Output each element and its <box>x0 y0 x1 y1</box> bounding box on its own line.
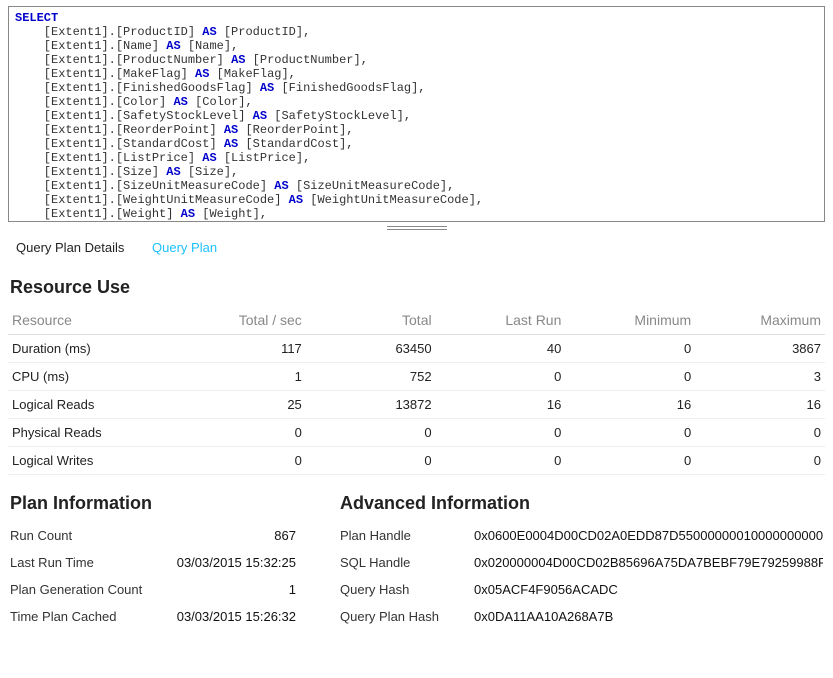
cell-label: Duration (ms) <box>8 335 176 363</box>
cell-value: 0 <box>306 419 436 447</box>
sql-line: [Extent1].[Size] AS [Size], <box>15 165 818 179</box>
sql-text-pane[interactable]: SELECT [Extent1].[ProductID] AS [Product… <box>8 6 825 222</box>
splitter-handle[interactable] <box>8 222 825 234</box>
sql-line: [Extent1].[Name] AS [Name], <box>15 39 818 53</box>
cell-value: 0 <box>306 447 436 475</box>
info-row: Time Plan Cached 03/03/2015 15:26:32 <box>8 603 298 630</box>
table-row: Logical Reads2513872161616 <box>8 391 825 419</box>
cell-value: 0 <box>436 419 566 447</box>
info-label: Plan Handle <box>340 528 460 543</box>
tab-query-plan[interactable]: Query Plan <box>152 240 217 255</box>
info-label: Run Count <box>10 528 72 543</box>
cell-label: Logical Reads <box>8 391 176 419</box>
cell-value: 0 <box>565 419 695 447</box>
info-label: SQL Handle <box>340 555 460 570</box>
cell-value: 0 <box>695 447 825 475</box>
col-maximum: Maximum <box>695 306 825 335</box>
info-row: Plan Handle 0x0600E0004D00CD02A0EDD87D550… <box>338 522 825 549</box>
sql-line: [Extent1].[Color] AS [Color], <box>15 95 818 109</box>
table-row: Logical Writes00000 <box>8 447 825 475</box>
info-value: 867 <box>274 528 296 543</box>
cell-value: 752 <box>306 363 436 391</box>
info-value: 1 <box>289 582 296 597</box>
sql-line: [Extent1].[ReorderPoint] AS [ReorderPoin… <box>15 123 818 137</box>
info-value: 0x0DA11AA10A268A7B <box>474 609 823 624</box>
sql-line: [Extent1].[WeightUnitMeasureCode] AS [We… <box>15 193 818 207</box>
cell-value: 16 <box>695 391 825 419</box>
info-value: 0x020000004D00CD02B85696A75DA7BEBF79E792… <box>474 555 823 570</box>
info-label: Last Run Time <box>10 555 94 570</box>
cell-value: 13872 <box>306 391 436 419</box>
info-value: 0x05ACF4F9056ACADC <box>474 582 823 597</box>
info-row: Run Count 867 <box>8 522 298 549</box>
cell-value: 0 <box>695 419 825 447</box>
col-total: Total <box>306 306 436 335</box>
sql-line: [Extent1].[FinishedGoodsFlag] AS [Finish… <box>15 81 818 95</box>
resource-table-header: Resource Total / sec Total Last Run Mini… <box>8 306 825 335</box>
cell-value: 16 <box>436 391 566 419</box>
heading-resource-use: Resource Use <box>10 277 823 298</box>
cell-value: 0 <box>436 363 566 391</box>
cell-value: 40 <box>436 335 566 363</box>
sql-line: [Extent1].[SafetyStockLevel] AS [SafetyS… <box>15 109 818 123</box>
cell-value: 0 <box>436 447 566 475</box>
cell-value: 117 <box>176 335 306 363</box>
col-total-sec: Total / sec <box>176 306 306 335</box>
tab-strip: Query Plan Details Query Plan <box>8 234 825 259</box>
info-value: 03/03/2015 15:32:25 <box>177 555 296 570</box>
heading-advanced-information: Advanced Information <box>340 493 823 514</box>
table-row: Duration (ms)117634504003867 <box>8 335 825 363</box>
info-columns: Plan Information Run Count 867 Last Run Ti… <box>8 481 825 630</box>
info-label: Plan Generation Count <box>10 582 142 597</box>
heading-plan-information: Plan Information <box>10 493 296 514</box>
resource-use-table: Resource Total / sec Total Last Run Mini… <box>8 306 825 475</box>
info-value: 03/03/2015 15:26:32 <box>177 609 296 624</box>
sql-line: [Extent1].[SizeUnitMeasureCode] AS [Size… <box>15 179 818 193</box>
cell-value: 0 <box>176 447 306 475</box>
info-label: Time Plan Cached <box>10 609 116 624</box>
info-row: SQL Handle 0x020000004D00CD02B85696A75DA7… <box>338 549 825 576</box>
table-row: Physical Reads00000 <box>8 419 825 447</box>
advanced-information: Advanced Information Plan Handle 0x0600E0… <box>338 481 825 630</box>
cell-value: 0 <box>176 419 306 447</box>
cell-value: 0 <box>565 447 695 475</box>
info-row: Last Run Time 03/03/2015 15:32:25 <box>8 549 298 576</box>
sql-line: [Extent1].[StandardCost] AS [StandardCos… <box>15 137 818 151</box>
cell-label: Physical Reads <box>8 419 176 447</box>
cell-value: 3867 <box>695 335 825 363</box>
cell-value: 1 <box>176 363 306 391</box>
sql-line: [Extent1].[Weight] AS [Weight], <box>15 207 818 221</box>
info-row: Query Hash 0x05ACF4F9056ACADC <box>338 576 825 603</box>
cell-value: 0 <box>565 363 695 391</box>
sql-line: [Extent1].[ProductNumber] AS [ProductNum… <box>15 53 818 67</box>
col-minimum: Minimum <box>565 306 695 335</box>
cell-label: CPU (ms) <box>8 363 176 391</box>
table-row: CPU (ms)1752003 <box>8 363 825 391</box>
info-row: Query Plan Hash 0x0DA11AA10A268A7B <box>338 603 825 630</box>
cell-value: 63450 <box>306 335 436 363</box>
cell-value: 3 <box>695 363 825 391</box>
info-row: Plan Generation Count 1 <box>8 576 298 603</box>
info-label: Query Hash <box>340 582 460 597</box>
cell-value: 0 <box>565 335 695 363</box>
cell-value: 16 <box>565 391 695 419</box>
col-resource: Resource <box>8 306 176 335</box>
info-label: Query Plan Hash <box>340 609 460 624</box>
cell-value: 25 <box>176 391 306 419</box>
col-last-run: Last Run <box>436 306 566 335</box>
info-value: 0x0600E0004D00CD02A0EDD87D55000000010000… <box>474 528 823 543</box>
sql-line: [Extent1].[MakeFlag] AS [MakeFlag], <box>15 67 818 81</box>
sql-line: [Extent1].[ProductID] AS [ProductID], <box>15 25 818 39</box>
plan-information: Plan Information Run Count 867 Last Run Ti… <box>8 481 298 630</box>
app-root: SELECT [Extent1].[ProductID] AS [Product… <box>0 0 833 650</box>
sql-line: [Extent1].[ListPrice] AS [ListPrice], <box>15 151 818 165</box>
cell-label: Logical Writes <box>8 447 176 475</box>
tab-query-plan-details[interactable]: Query Plan Details <box>16 240 124 255</box>
